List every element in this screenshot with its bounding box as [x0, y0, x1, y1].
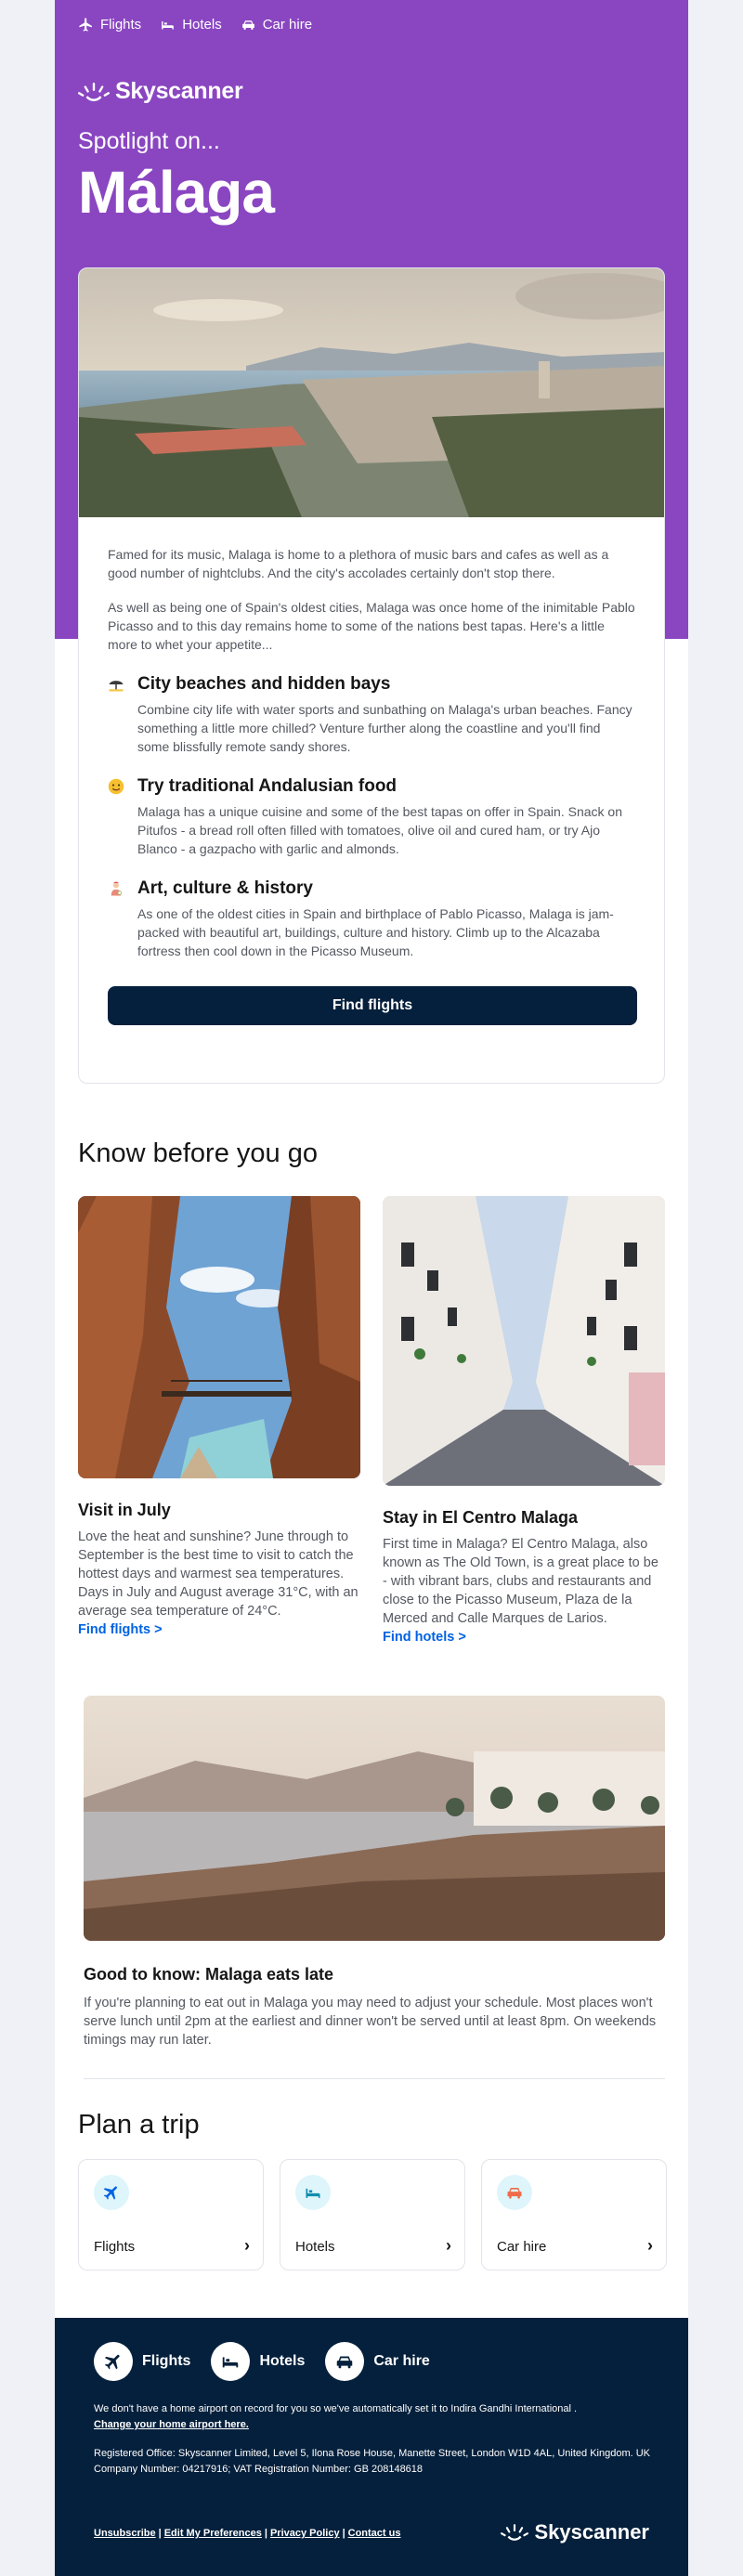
footer-nav-flights[interactable]: Flights: [94, 2342, 190, 2381]
plan-tile-flights-badge: [94, 2175, 129, 2210]
el-centro-column: Stay in El Centro Malaga First time in M…: [383, 1196, 665, 1646]
feature-art: Art, culture & history As one of the old…: [108, 878, 635, 960]
card-body: Famed for its music, Malaga is home to a…: [79, 517, 664, 1025]
bed-icon: [223, 2357, 239, 2368]
top-nav: Flights Hotels Car hire: [78, 17, 312, 33]
intro-paragraph-1: Famed for its music, Malaga is home to a…: [108, 547, 609, 580]
footer: Flights Hotels Car hire We don't have a …: [55, 2318, 688, 2576]
bed-icon: [162, 20, 175, 30]
malaga-panorama-image: [79, 268, 664, 517]
feature-beaches-text: Combine city life with water sports and …: [137, 702, 632, 754]
footer-nav-car-hire[interactable]: Car hire: [325, 2342, 430, 2381]
edit-preferences-link[interactable]: Edit My Preferences: [164, 2528, 262, 2539]
malaga-beach-image: [84, 1696, 665, 1941]
eats-late-title: Good to know: Malaga eats late: [84, 1965, 334, 1984]
home-airport-text: We don't have a home airport on record f…: [94, 2403, 578, 2414]
find-flights-link[interactable]: Find flights >: [78, 1622, 163, 1637]
footer-nav-car-hire-label: Car hire: [373, 2353, 430, 2369]
privacy-policy-link[interactable]: Privacy Policy: [270, 2528, 340, 2539]
el-centro-text: First time in Malaga? El Centro Malaga, …: [383, 1537, 658, 1626]
visit-july-text: Love the heat and sunshine? June through…: [78, 1529, 358, 1619]
know-before-heading: Know before you go: [78, 1138, 318, 1168]
chevron-right-icon: ›: [446, 2236, 451, 2255]
plan-tile-hotels[interactable]: Hotels ›: [280, 2159, 465, 2270]
eats-late-section: Good to know: Malaga eats late If you're…: [84, 1696, 665, 2049]
eats-late-text: If you're planning to eat out in Malaga …: [84, 1996, 657, 2048]
top-nav-hotels-label: Hotels: [182, 17, 222, 33]
feature-art-text: As one of the oldest cities in Spain and…: [137, 906, 614, 958]
contact-us-link[interactable]: Contact us: [348, 2528, 401, 2539]
footer-hotels-badge: [211, 2342, 251, 2381]
link-separator: |: [264, 2528, 267, 2539]
change-home-airport-link[interactable]: Change your home airport here.: [94, 2419, 249, 2430]
top-nav-car-hire-label: Car hire: [262, 17, 313, 33]
footer-car-hire-badge: [325, 2342, 365, 2381]
unsubscribe-link[interactable]: Unsubscribe: [94, 2528, 156, 2539]
top-nav-flights[interactable]: Flights: [78, 17, 141, 33]
top-nav-car-hire[interactable]: Car hire: [241, 17, 312, 33]
plan-tile-hotels-label: Hotels: [295, 2239, 335, 2255]
feature-food-title: Try traditional Andalusian food: [137, 776, 398, 796]
top-nav-hotels[interactable]: Hotels: [160, 17, 222, 33]
chevron-right-icon: ›: [647, 2236, 653, 2255]
visit-july-title: Visit in July: [78, 1501, 171, 1519]
link-separator: |: [158, 2528, 162, 2539]
beach-umbrella-icon: [109, 681, 124, 692]
sunrise-logo-icon: [78, 82, 110, 101]
footer-nav-flights-label: Flights: [142, 2353, 191, 2369]
plane-icon: [104, 2354, 120, 2370]
sunrise-logo-icon: [501, 2524, 529, 2541]
top-nav-flights-label: Flights: [100, 17, 142, 33]
plan-tile-car-hire-badge: [497, 2175, 532, 2210]
footer-flights-badge: [94, 2342, 133, 2381]
plan-tile-car-hire-label: Car hire: [497, 2239, 547, 2255]
footer-nav-hotels-label: Hotels: [259, 2353, 306, 2369]
plan-tile-flights-label: Flights: [94, 2239, 136, 2255]
feature-art-title: Art, culture & history: [137, 878, 313, 898]
plan-tile-flights[interactable]: Flights ›: [78, 2159, 264, 2270]
find-hotels-link[interactable]: Find hotels >: [383, 1630, 466, 1645]
logo-wordmark: Skyscanner: [115, 78, 243, 104]
registered-office: Registered Office: Skyscanner Limited, L…: [94, 2448, 651, 2475]
plan-trip-tiles: Flights › Hotels › Car hire ›: [78, 2159, 667, 2270]
section-divider: [84, 2078, 665, 2079]
visit-july-column: Visit in July Love the heat and sunshine…: [78, 1196, 360, 1638]
artist-icon: [111, 881, 122, 896]
plan-tile-car-hire[interactable]: Car hire ›: [481, 2159, 667, 2270]
car-icon: [507, 2188, 522, 2199]
spotlight-eyebrow: Spotlight on...: [78, 128, 220, 154]
old-town-street-image[interactable]: [383, 1196, 665, 1486]
spotlight-card: Famed for its music, Malaga is home to a…: [78, 267, 665, 1084]
feature-beaches: City beaches and hidden bays Combine cit…: [108, 674, 635, 756]
car-icon: [337, 2356, 353, 2369]
intro-paragraph-2: As well as being one of Spain's oldest c…: [108, 600, 635, 652]
el-centro-title: Stay in El Centro Malaga: [383, 1508, 579, 1527]
caminito-del-rey-image[interactable]: [78, 1196, 360, 1478]
home-airport-note: We don't have a home airport on record f…: [94, 2401, 651, 2433]
yum-face-icon: [108, 778, 124, 795]
bed-icon: [306, 2188, 320, 2198]
skyscanner-logo[interactable]: Skyscanner: [78, 78, 243, 105]
plan-tile-hotels-badge: [295, 2175, 331, 2210]
footer-nav-hotels[interactable]: Hotels: [211, 2342, 305, 2381]
plane-icon: [103, 2186, 117, 2200]
feature-food-text: Malaga has a unique cuisine and some of …: [137, 804, 622, 856]
feature-beaches-title: City beaches and hidden bays: [137, 674, 391, 694]
plane-icon: [79, 18, 92, 32]
email-container: Flights Hotels Car hire Skyscanner Spotl…: [55, 0, 688, 2576]
plan-trip-heading: Plan a trip: [78, 2110, 200, 2140]
find-flights-button[interactable]: Find flights: [108, 986, 637, 1025]
footer-skyscanner-logo[interactable]: Skyscanner: [501, 2520, 649, 2544]
chevron-right-icon: ›: [244, 2236, 250, 2255]
feature-food: Try traditional Andalusian food Malaga h…: [108, 776, 635, 858]
car-icon: [241, 20, 254, 31]
footer-links: Unsubscribe | Edit My Preferences | Privacy …: [94, 2528, 400, 2539]
footer-nav: Flights Hotels Car hire: [94, 2342, 430, 2381]
city-title: Málaga: [78, 159, 275, 226]
footer-logo-wordmark: Skyscanner: [534, 2520, 649, 2543]
link-separator: |: [342, 2528, 345, 2539]
